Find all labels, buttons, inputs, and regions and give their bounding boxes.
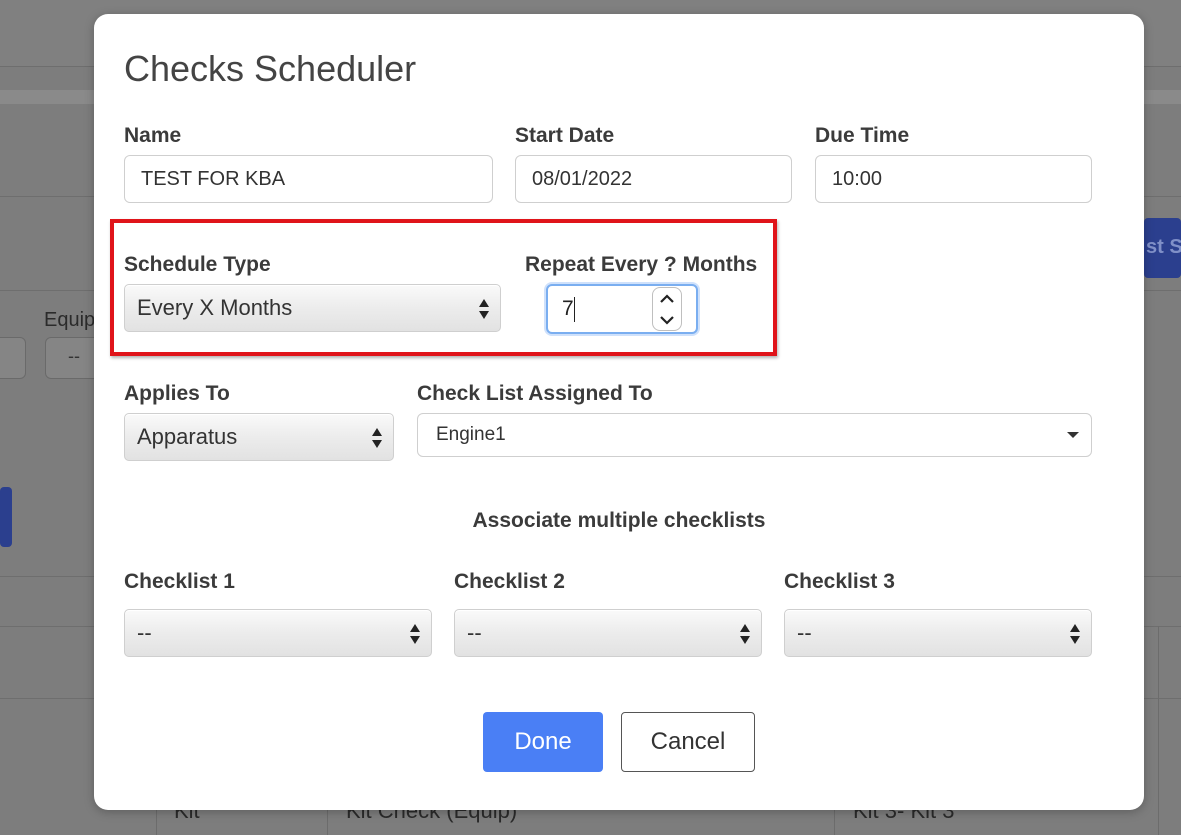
updown-arrows-icon <box>372 428 382 448</box>
checks-scheduler-modal: Checks Scheduler Name TEST FOR KBA Start… <box>94 14 1144 810</box>
assigned-to-value: Engine1 <box>436 424 506 445</box>
schedule-type-label: Schedule Type <box>124 253 271 276</box>
checklist-1-label: Checklist 1 <box>124 570 235 593</box>
schedule-type-value: Every X Months <box>137 295 293 320</box>
bg-equip-label: Equip <box>44 309 96 331</box>
done-button[interactable]: Done <box>483 712 603 772</box>
start-date-value: 08/01/2022 <box>532 168 633 190</box>
chevron-up-icon <box>660 293 674 303</box>
repeat-every-value: 7 <box>562 297 574 320</box>
applies-to-select[interactable]: Apparatus <box>124 413 394 461</box>
repeat-every-label: Repeat Every ? Months <box>525 253 758 276</box>
updown-arrows-icon <box>479 299 489 319</box>
bg-equip-select-value: -- <box>68 346 80 366</box>
due-time-value: 10:00 <box>832 168 883 190</box>
cancel-button[interactable]: Cancel <box>621 712 755 772</box>
name-input[interactable]: TEST FOR KBA <box>124 155 493 203</box>
checklist-1-select[interactable]: -- <box>124 609 432 657</box>
associate-checklists-heading: Associate multiple checklists <box>472 509 766 532</box>
bg-blue-button-left <box>0 487 12 547</box>
schedule-type-select[interactable]: Every X Months <box>124 284 501 332</box>
start-date-input[interactable]: 08/01/2022 <box>515 155 792 203</box>
applies-to-label: Applies To <box>124 382 230 405</box>
checklist-1-value: -- <box>137 620 152 645</box>
checklist-2-label: Checklist 2 <box>454 570 565 593</box>
name-label: Name <box>124 124 182 147</box>
bg-table-col <box>1158 626 1159 835</box>
assigned-to-label: Check List Assigned To <box>417 382 653 405</box>
spin-up-button[interactable] <box>653 288 681 309</box>
bg-select-left <box>0 337 26 379</box>
name-input-value: TEST FOR KBA <box>141 168 286 190</box>
assigned-to-select[interactable]: Engine1 <box>417 413 1092 457</box>
updown-arrows-icon <box>410 624 420 644</box>
updown-arrows-icon <box>1070 624 1080 644</box>
spin-down-button[interactable] <box>653 309 681 330</box>
text-cursor <box>574 297 575 322</box>
updown-arrows-icon <box>740 624 750 644</box>
checklist-2-value: -- <box>467 620 482 645</box>
due-time-label: Due Time <box>815 124 910 147</box>
bg-blue-button-text: st Sc <box>1146 236 1181 258</box>
checklist-3-select[interactable]: -- <box>784 609 1092 657</box>
checklist-3-label: Checklist 3 <box>784 570 895 593</box>
number-spinner <box>652 287 682 331</box>
chevron-down-icon <box>660 315 674 325</box>
checklist-2-select[interactable]: -- <box>454 609 762 657</box>
applies-to-value: Apparatus <box>137 424 238 449</box>
repeat-every-input[interactable]: 7 <box>546 284 698 334</box>
caret-down-icon <box>1067 432 1079 438</box>
modal-title: Checks Scheduler <box>124 48 417 89</box>
start-date-label: Start Date <box>515 124 615 147</box>
checklist-3-value: -- <box>797 620 812 645</box>
due-time-input[interactable]: 10:00 <box>815 155 1092 203</box>
